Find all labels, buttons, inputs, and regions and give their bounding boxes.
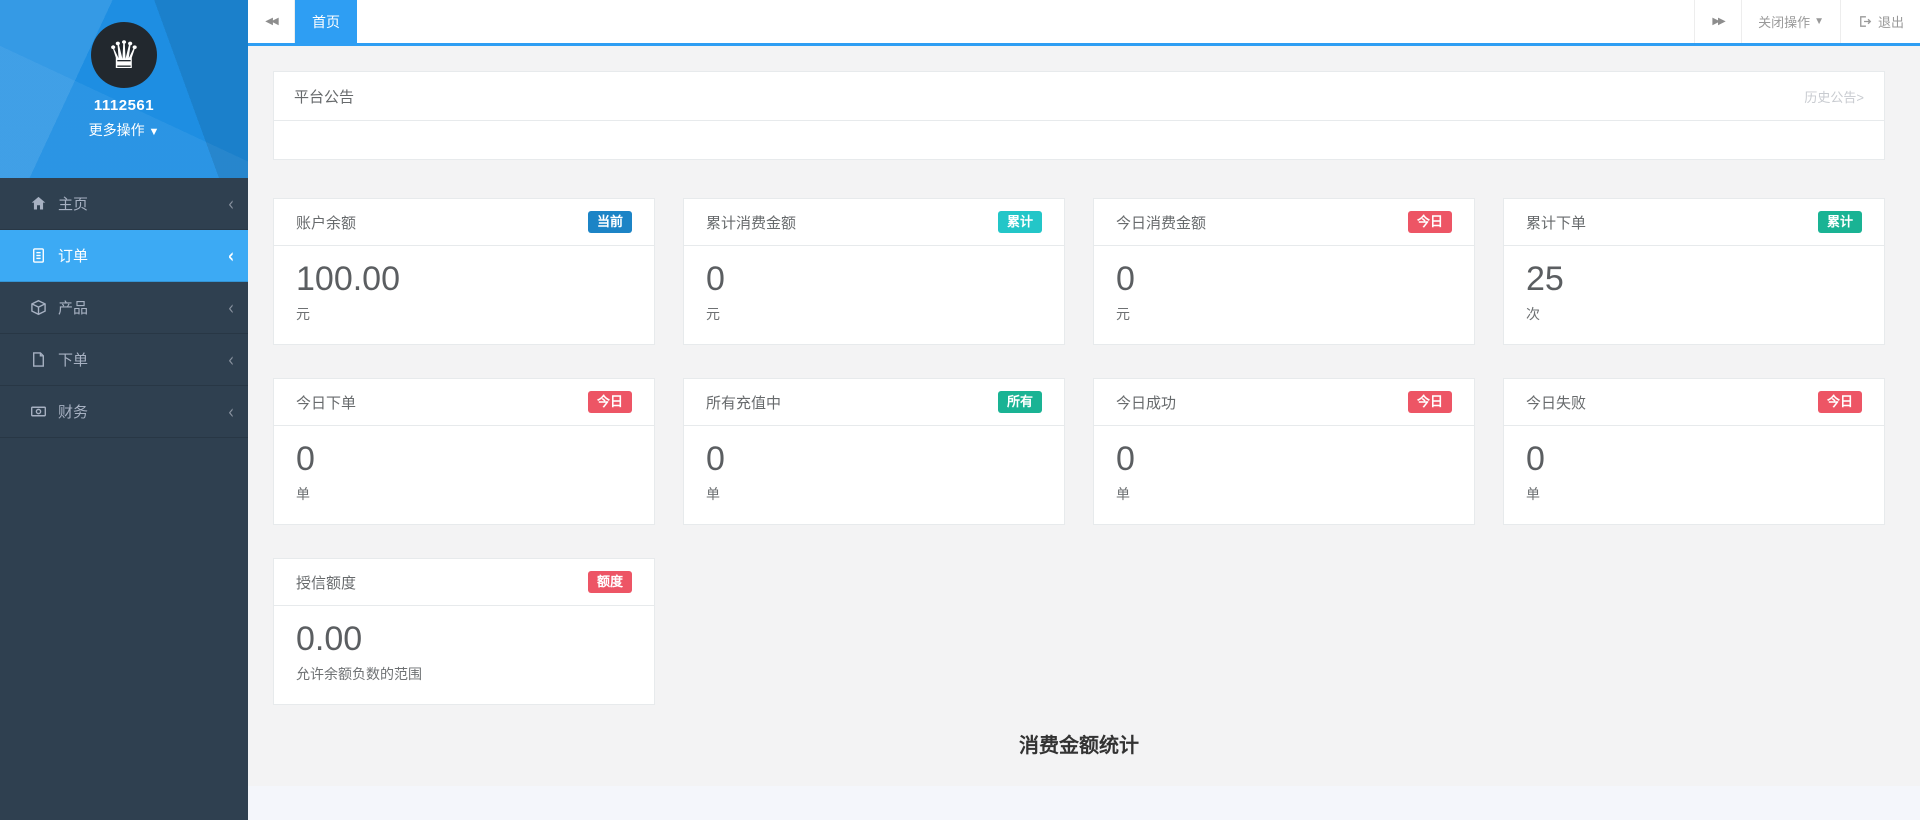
topbar: ◀◀ 首页 ▶▶ 关闭操作 ▼ 退出 xyxy=(248,0,1920,46)
username: 1112561 xyxy=(93,97,155,114)
card-value: 25 xyxy=(1526,260,1564,298)
announcement-header: 平台公告 历史公告> xyxy=(274,72,1884,121)
card-value: 100.00 xyxy=(296,260,400,298)
status-badge: 今日 xyxy=(1407,211,1452,233)
double-left-arrow-icon: ◀◀ xyxy=(265,16,278,27)
sidebar-nav: 主页 ‹ 订单 ‹ 产品 ‹ 下单 ‹ 财务 ‹ xyxy=(0,178,248,438)
home-icon xyxy=(31,196,46,210)
status-badge: 累计 xyxy=(1817,211,1862,233)
card-unit: 单 xyxy=(1526,485,1540,502)
consumption-chart-title: 消费金额统计 xyxy=(1019,735,1139,757)
card-unit: 单 xyxy=(296,485,310,502)
card-title: 今日成功 xyxy=(1116,394,1177,412)
card-today-failed: 今日失败 今日 0 单 xyxy=(1503,378,1885,525)
content: 平台公告 历史公告> 账户余额 当前 100.00 元 累计消费金额 累计 0 … xyxy=(248,71,1920,758)
card-value: 0.00 xyxy=(296,620,363,658)
caret-down-icon: ▼ xyxy=(148,126,160,138)
status-badge: 今日 xyxy=(587,391,632,413)
card-today-consumption: 今日消费金额 今日 0 元 xyxy=(1093,198,1475,345)
sidebar-item-place-order[interactable]: 下单 ‹ xyxy=(0,334,248,386)
logout-button[interactable]: 退出 xyxy=(1839,0,1920,43)
chevron-left-icon: ‹ xyxy=(228,295,234,320)
card-unit: 元 xyxy=(706,305,720,322)
card-account-balance: 账户余额 当前 100.00 元 xyxy=(273,198,655,345)
announcement-body xyxy=(274,121,1884,159)
card-title: 所有充值中 xyxy=(706,394,782,412)
status-badge: 今日 xyxy=(1817,391,1862,413)
card-title: 累计消费金额 xyxy=(706,214,797,232)
card-all-recharging: 所有充值中 所有 0 单 xyxy=(683,378,1065,525)
card-value: 0 xyxy=(1116,440,1135,478)
close-actions-dropdown[interactable]: 关闭操作 ▼ xyxy=(1741,0,1840,43)
main-area: ◀◀ 首页 ▶▶ 关闭操作 ▼ 退出 平台公告 历史公告> 账户余额 当前 10… xyxy=(248,0,1920,820)
card-today-success: 今日成功 今日 0 单 xyxy=(1093,378,1475,525)
card-unit: 单 xyxy=(1116,485,1130,502)
card-total-orders: 累计下单 累计 25 次 xyxy=(1503,198,1885,345)
status-badge: 额度 xyxy=(587,571,632,593)
more-actions-dropdown[interactable]: 更多操作 ▼ xyxy=(0,120,248,140)
card-title: 账户余额 xyxy=(296,214,357,232)
sign-out-icon xyxy=(1860,16,1872,27)
card-unit: 元 xyxy=(296,305,310,322)
sidebar-item-finance[interactable]: 财务 ‹ xyxy=(0,386,248,438)
sidebar: ♛ 1112561 更多操作 ▼ 主页 ‹ 订单 ‹ 产品 ‹ 下单 ‹ 财务 … xyxy=(0,0,248,820)
tab-home[interactable]: 首页 xyxy=(295,0,357,43)
tab-bar: ◀◀ 首页 xyxy=(248,0,357,43)
sidebar-item-orders[interactable]: 订单 ‹ xyxy=(0,230,248,282)
history-announcements-link[interactable]: 历史公告> xyxy=(1804,87,1864,106)
announcement-title: 平台公告 xyxy=(294,88,355,106)
card-title: 今日失败 xyxy=(1526,394,1587,412)
card-unit: 单 xyxy=(706,485,720,502)
card-unit: 元 xyxy=(1116,305,1130,322)
card-unit: 次 xyxy=(1526,305,1540,322)
card-title: 今日消费金额 xyxy=(1116,214,1207,232)
card-title: 授信额度 xyxy=(296,574,357,592)
status-badge: 所有 xyxy=(997,391,1042,413)
chevron-left-icon: ‹ xyxy=(228,347,234,372)
card-value: 0 xyxy=(296,440,315,478)
announcement-panel: 平台公告 历史公告> xyxy=(273,71,1885,160)
scroll-tabs-right-button[interactable]: ▶▶ xyxy=(1694,0,1741,43)
products-icon xyxy=(31,299,46,316)
sidebar-profile: ♛ 1112561 更多操作 ▼ xyxy=(0,0,248,178)
crown-logo-icon: ♛ xyxy=(106,33,142,77)
status-badge: 当前 xyxy=(587,211,632,233)
chevron-left-icon: ‹ xyxy=(228,399,234,424)
finance-icon xyxy=(31,406,46,417)
card-title: 今日下单 xyxy=(296,394,357,412)
chevron-left-icon: ‹ xyxy=(228,191,234,216)
caret-down-icon: ▼ xyxy=(1814,16,1824,27)
place-order-icon xyxy=(33,352,44,367)
card-unit: 允许余额负数的范围 xyxy=(296,665,422,682)
stat-cards-grid: 账户余额 当前 100.00 元 累计消费金额 累计 0 元 今日消费金额 今日… xyxy=(273,198,1885,705)
double-right-arrow-icon: ▶▶ xyxy=(1712,16,1725,27)
orders-icon xyxy=(33,248,44,263)
app-window: ♛ 1112561 更多操作 ▼ 主页 ‹ 订单 ‹ 产品 ‹ 下单 ‹ 财务 … xyxy=(0,0,1920,820)
avatar[interactable]: ♛ xyxy=(91,22,157,88)
chevron-left-icon: ‹ xyxy=(227,243,234,268)
scroll-tabs-left-button[interactable]: ◀◀ xyxy=(248,0,295,43)
sidebar-item-home[interactable]: 主页 ‹ xyxy=(0,178,248,230)
topbar-right: ▶▶ 关闭操作 ▼ 退出 xyxy=(1694,0,1920,43)
card-credit-limit: 授信额度 额度 0.00 允许余额负数的范围 xyxy=(273,558,655,705)
card-value: 0 xyxy=(706,260,725,298)
status-badge: 今日 xyxy=(1407,391,1452,413)
card-title: 累计下单 xyxy=(1526,214,1587,232)
card-total-consumption: 累计消费金额 累计 0 元 xyxy=(683,198,1065,345)
card-value: 0 xyxy=(1116,260,1135,298)
status-badge: 累计 xyxy=(997,211,1042,233)
card-value: 0 xyxy=(1526,440,1545,478)
card-value: 0 xyxy=(706,440,725,478)
sidebar-item-products[interactable]: 产品 ‹ xyxy=(0,282,248,334)
card-today-orders: 今日下单 今日 0 单 xyxy=(273,378,655,525)
chart-area-strip xyxy=(248,786,1920,820)
